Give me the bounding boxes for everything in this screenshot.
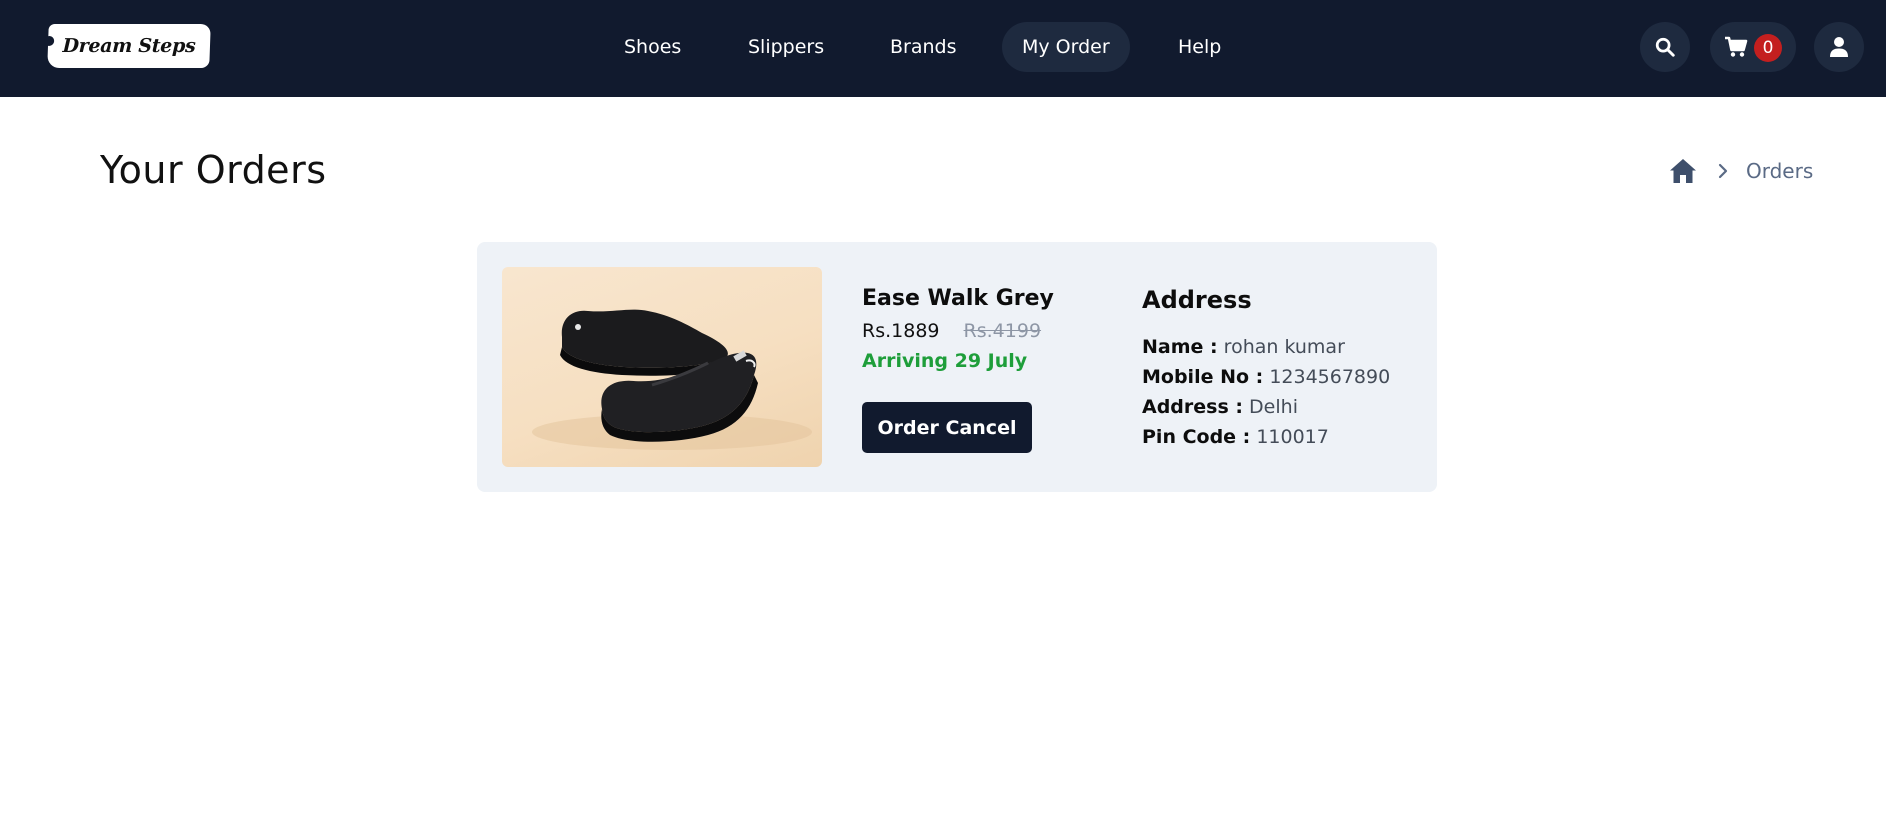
name-label: Name : — [1142, 336, 1218, 358]
shoe-illustration — [532, 309, 812, 450]
order-cancel-button[interactable]: Order Cancel — [862, 402, 1032, 453]
address-name-row: Name : rohan kumar — [1142, 336, 1345, 358]
mobile-label: Mobile No : — [1142, 366, 1264, 388]
nav-item-slippers[interactable]: Slippers — [728, 22, 844, 72]
order-card: Ease Walk Grey Rs.1889 Rs.4199 Arriving … — [477, 242, 1437, 492]
pincode-value: 110017 — [1256, 426, 1329, 448]
pincode-label: Pin Code : — [1142, 426, 1251, 448]
page-title: Your Orders — [100, 148, 327, 192]
main-nav: Shoes Slippers Brands My Order Help — [0, 22, 1886, 72]
breadcrumb: Orders — [1668, 156, 1813, 186]
address-pincode-row: Pin Code : 110017 — [1142, 426, 1329, 448]
chevron-right-icon — [1718, 163, 1728, 179]
sale-price: Rs.1889 — [862, 320, 940, 342]
address-heading: Address — [1142, 286, 1252, 314]
cart-button[interactable]: 0 — [1710, 22, 1796, 72]
account-button[interactable] — [1814, 22, 1864, 72]
user-icon — [1830, 37, 1848, 57]
top-navbar: Dream Steps Shoes Slippers Brands My Ord… — [0, 0, 1886, 97]
breadcrumb-current: Orders — [1746, 159, 1814, 183]
breadcrumb-home-link[interactable] — [1668, 156, 1698, 186]
arrival-date: Arriving 29 July — [862, 350, 1028, 372]
product-name[interactable]: Ease Walk Grey — [862, 286, 1054, 311]
cart-count-badge: 0 — [1754, 34, 1782, 62]
home-icon — [1670, 159, 1696, 183]
search-icon — [1655, 37, 1675, 57]
nav-item-my-order[interactable]: My Order — [1002, 22, 1130, 72]
search-button[interactable] — [1640, 22, 1690, 72]
product-image[interactable] — [502, 267, 822, 467]
address-label: Address : — [1142, 396, 1243, 418]
nav-item-help[interactable]: Help — [1158, 22, 1241, 72]
name-value: rohan kumar — [1223, 336, 1345, 358]
nav-item-brands[interactable]: Brands — [870, 22, 977, 72]
nav-item-shoes[interactable]: Shoes — [604, 22, 701, 72]
mobile-value: 1234567890 — [1269, 366, 1391, 388]
address-value: Delhi — [1249, 396, 1298, 418]
price-row: Rs.1889 Rs.4199 — [862, 320, 1041, 342]
address-city-row: Address : Delhi — [1142, 396, 1298, 418]
original-price: Rs.4199 — [963, 320, 1042, 342]
address-mobile-row: Mobile No : 1234567890 — [1142, 366, 1390, 388]
cart-icon — [1725, 36, 1748, 57]
